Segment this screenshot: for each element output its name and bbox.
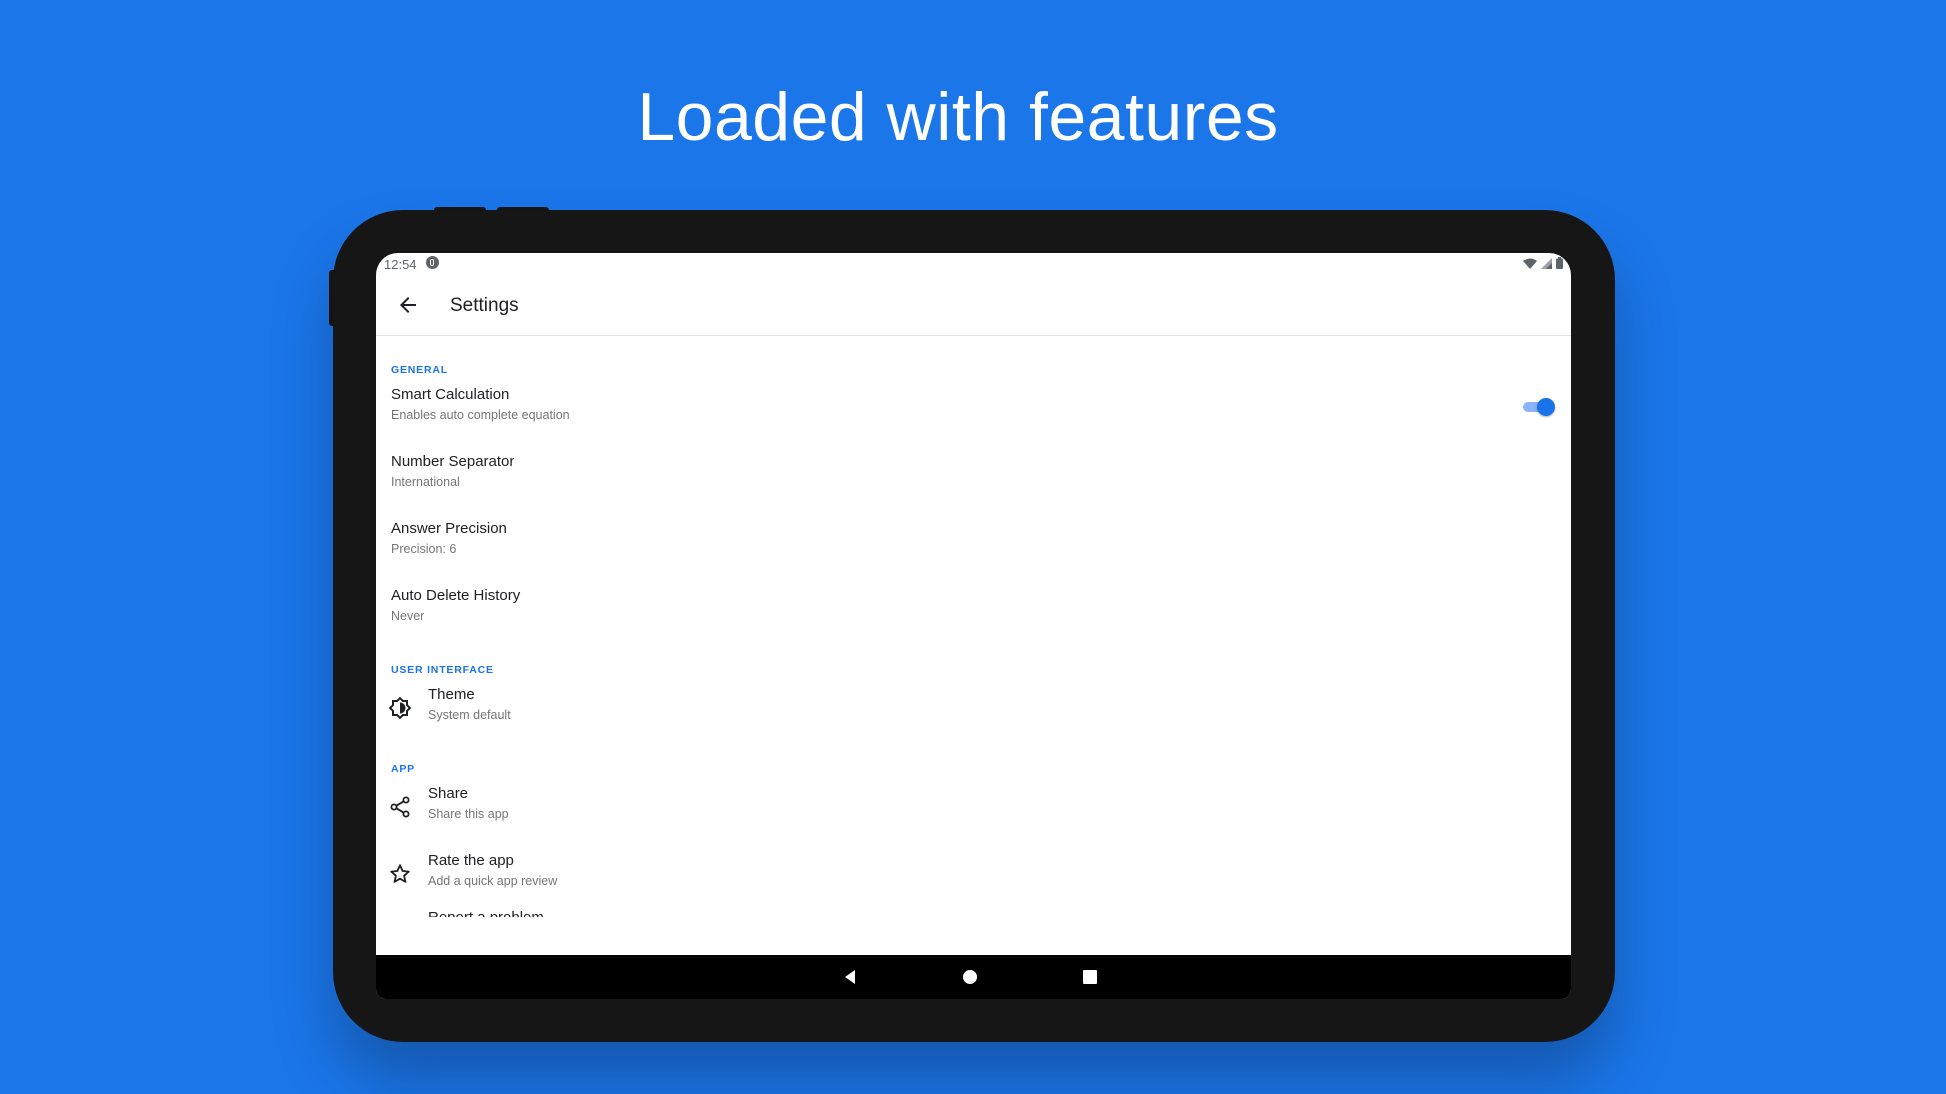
share-icon [390,796,410,818]
pref-title: Theme [428,686,475,703]
pref-number-separator[interactable]: Number Separator International [376,443,1571,510]
pref-summary: Add a quick app review [428,874,558,888]
pref-title: Auto Delete History [391,587,521,604]
pref-title: Share [428,785,469,802]
nav-recents-icon[interactable] [1079,966,1101,988]
pref-auto-delete-history[interactable]: Auto Delete History Never [376,577,1571,644]
arrow-back-icon[interactable] [396,293,420,317]
app-bar: Settings [376,275,1571,336]
status-bar: 12:54 [376,253,1571,275]
page-title: Settings [450,295,519,316]
wifi-icon [1523,258,1537,269]
nav-home-icon[interactable] [959,966,981,988]
switch-thumb [1537,398,1555,416]
section-header-user-interface: USER INTERFACE [391,664,494,676]
pref-summary: International [391,475,460,489]
pref-summary: Share this app [428,807,509,821]
section-header-app: APP [391,763,415,775]
pref-theme[interactable]: Theme System default [376,676,1571,743]
pref-summary: Enables auto complete equation [391,408,570,422]
system-nav-bar [376,955,1571,999]
pref-smart-calculation[interactable]: Smart Calculation Enables auto complete … [376,376,1571,443]
star-icon [390,864,410,883]
status-icons [1523,257,1563,269]
theme-icon [388,696,412,720]
pref-answer-precision[interactable]: Answer Precision Precision: 6 [376,510,1571,577]
signal-icon [1541,257,1552,269]
device-screen: 12:54 Settings GENERAL Smart Calculation… [376,253,1571,999]
pref-title: Number Separator [391,453,515,470]
pref-partial[interactable]: Report a problem [376,909,1571,919]
pref-title: Rate the app [428,852,514,869]
pref-title: Answer Precision [391,520,507,537]
pref-title: Smart Calculation [391,386,510,403]
settings-list: GENERAL Smart Calculation Enables auto c… [376,336,1571,919]
pref-rate-the-app[interactable]: Rate the app Add a quick app review [376,842,1571,909]
nav-back-icon[interactable] [839,966,861,988]
pref-summary: Never [391,609,425,623]
headline: Loaded with features [637,79,1279,155]
pref-summary: System default [428,708,511,722]
notification-icon [426,256,439,269]
status-time: 12:54 [384,257,417,272]
battery-icon [1556,257,1563,269]
pref-summary: Precision: 6 [391,542,457,556]
smart-calculation-switch[interactable] [1523,396,1555,418]
pref-title-partial: Report a problem [428,909,544,917]
pref-share[interactable]: Share Share this app [376,775,1571,842]
section-header-general: GENERAL [391,364,448,376]
